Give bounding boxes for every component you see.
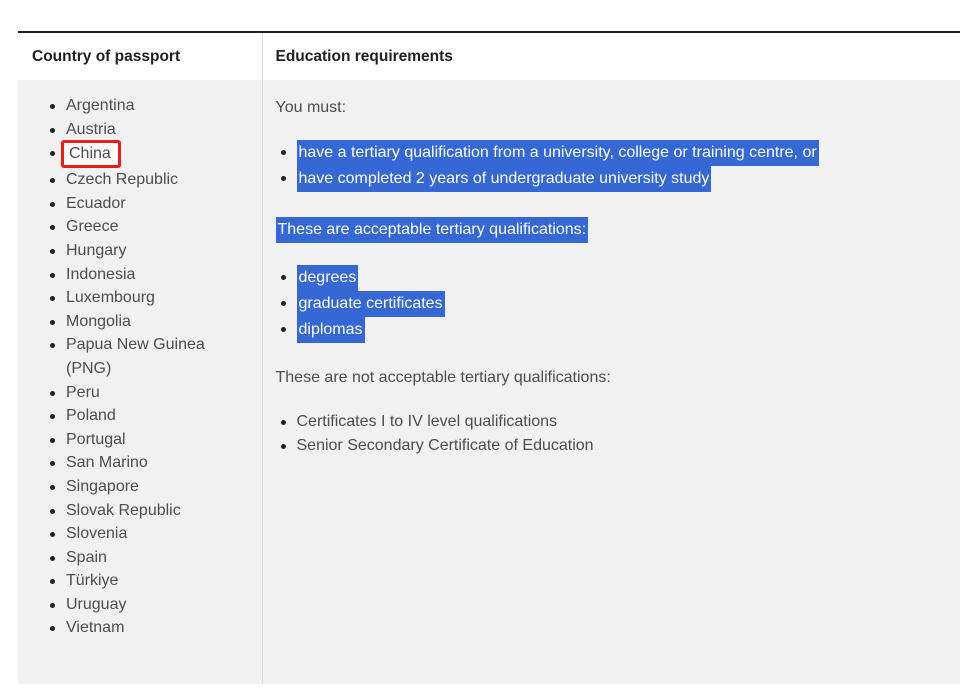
country-name: Austria (66, 121, 116, 138)
requirements-table: Country of passport Education requiremen… (18, 31, 960, 684)
column-header-education: Education requirements (262, 32, 960, 80)
country-name: Portugal (66, 431, 126, 448)
acceptable-qualifications-heading: These are acceptable tertiary qualificat… (276, 217, 943, 243)
list-item: have completed 2 years of undergraduate … (297, 166, 943, 192)
acceptable-qualifications-list: degrees graduate certificates diplomas (276, 265, 943, 343)
list-item: have a tertiary qualification from a uni… (297, 140, 943, 166)
education-intro-text: You must: (276, 98, 943, 118)
country-name: Mongolia (66, 313, 131, 330)
list-item-highlighted: China (66, 141, 252, 168)
list-item: Austria (66, 118, 252, 142)
selected-text-diplomas: diplomas (297, 317, 365, 343)
country-name: Greece (66, 218, 118, 235)
list-item: Greece (66, 215, 252, 239)
country-name: Spain (66, 549, 107, 566)
list-item: Slovenia (66, 522, 252, 546)
country-name: Peru (66, 384, 100, 401)
list-item: Uruguay (66, 593, 252, 617)
country-name: Uruguay (66, 596, 126, 613)
list-item: Certificates I to IV level qualification… (297, 410, 943, 434)
page-root: Country of passport Education requiremen… (0, 0, 972, 691)
country-name: Vietnam (66, 619, 124, 636)
country-name: Türkiye (66, 572, 118, 589)
list-item: Mongolia (66, 310, 252, 334)
country-list: Argentina Austria China Czech Republic E… (32, 94, 252, 640)
country-name: Czech Republic (66, 171, 178, 188)
red-annotation-box-china: China (61, 140, 121, 168)
country-name: Luxembourg (66, 289, 155, 306)
table-header-row: Country of passport Education requiremen… (18, 32, 960, 80)
selected-text-must-item-1: have a tertiary qualification from a uni… (297, 140, 819, 166)
must-requirements-list: have a tertiary qualification from a uni… (276, 140, 943, 192)
cut-off-paragraph-sliver (0, 0, 972, 18)
list-item: Vietnam (66, 616, 252, 640)
country-name: Hungary (66, 242, 126, 259)
country-name: Singapore (66, 478, 139, 495)
table-row: Argentina Austria China Czech Republic E… (18, 80, 960, 684)
list-item: Senior Secondary Certificate of Educatio… (297, 434, 943, 458)
column-header-country: Country of passport (18, 32, 262, 80)
list-item: Slovak Republic (66, 499, 252, 523)
not-acceptable-qualifications-heading: These are not acceptable tertiary qualif… (276, 368, 943, 388)
cell-country-list: Argentina Austria China Czech Republic E… (18, 80, 262, 684)
list-item: Argentina (66, 94, 252, 118)
list-item: Indonesia (66, 263, 252, 287)
cell-education-requirements: You must: have a tertiary qualification … (262, 80, 960, 684)
list-item: diplomas (297, 317, 943, 343)
table-header: Country of passport Education requiremen… (18, 32, 960, 80)
country-name: Indonesia (66, 266, 135, 283)
country-name: Ecuador (66, 195, 126, 212)
list-item: graduate certificates (297, 291, 943, 317)
list-item: Czech Republic (66, 168, 252, 192)
selected-text-acceptable-heading: These are acceptable tertiary qualificat… (276, 217, 589, 243)
list-item: Hungary (66, 239, 252, 263)
country-name: Argentina (66, 97, 135, 114)
country-name: Slovenia (66, 525, 127, 542)
selected-text-must-item-2: have completed 2 years of undergraduate … (297, 166, 712, 192)
selected-text-graduate-certificates: graduate certificates (297, 291, 445, 317)
list-item: Papua New Guinea (PNG) (66, 333, 252, 380)
list-item: Poland (66, 404, 252, 428)
selected-text-degrees: degrees (297, 265, 359, 291)
list-item: Peru (66, 381, 252, 405)
list-item: San Marino (66, 451, 252, 475)
not-acceptable-qualifications-list: Certificates I to IV level qualification… (276, 410, 943, 457)
country-name: Papua New Guinea (PNG) (66, 336, 205, 377)
country-name: Slovak Republic (66, 502, 181, 519)
list-item: Portugal (66, 428, 252, 452)
list-item: Singapore (66, 475, 252, 499)
country-name: San Marino (66, 454, 148, 471)
list-item: Ecuador (66, 192, 252, 216)
list-item: Luxembourg (66, 286, 252, 310)
list-item: Türkiye (66, 569, 252, 593)
country-name: Poland (66, 407, 116, 424)
list-item: Spain (66, 546, 252, 570)
table-body: Argentina Austria China Czech Republic E… (18, 80, 960, 684)
list-item: degrees (297, 265, 943, 291)
